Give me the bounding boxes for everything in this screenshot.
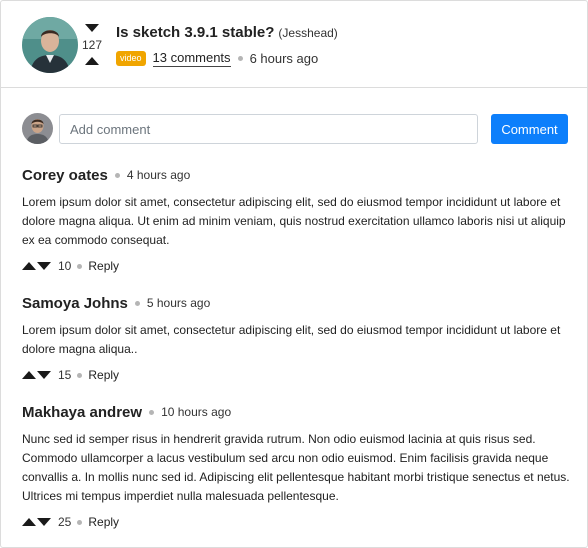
comment-header: Corey oates 4 hours ago xyxy=(22,165,572,185)
upvote-icon[interactable] xyxy=(85,57,99,65)
comment-actions: 15 Reply xyxy=(22,367,119,383)
comment-body: Nunc sed id semper risus in hendrerit gr… xyxy=(22,432,570,503)
comment-score: 25 xyxy=(58,515,72,529)
current-user-avatar xyxy=(22,113,53,144)
reply-link[interactable]: Reply xyxy=(88,368,119,382)
post-time: 6 hours ago xyxy=(249,50,319,66)
comment-time: 5 hours ago xyxy=(146,296,211,310)
author-avatar[interactable] xyxy=(22,17,78,73)
separator-dot xyxy=(77,263,83,269)
separator-dot xyxy=(77,519,83,525)
comment-header: Samoya Johns 5 hours ago xyxy=(22,293,572,313)
comment-actions: 10 Reply xyxy=(22,258,119,274)
post-author[interactable]: (Jesshead) xyxy=(278,26,337,40)
comment-body: Lorem ipsum dolor sit amet, consectetur … xyxy=(22,323,561,356)
post-vote-control: 127 xyxy=(81,21,103,67)
comment-item: Corey oates 4 hours ago Lorem ipsum dolo… xyxy=(22,165,572,250)
comment-score: 10 xyxy=(58,259,72,273)
comment-body: Lorem ipsum dolor sit amet, consectetur … xyxy=(22,195,566,247)
downvote-icon[interactable] xyxy=(37,262,51,270)
post-title[interactable]: Is sketch 3.9.1 stable? (Jesshead) xyxy=(116,24,338,41)
separator-dot xyxy=(237,55,243,61)
downvote-icon[interactable] xyxy=(37,518,51,526)
add-comment-input[interactable] xyxy=(59,114,478,144)
comment-score: 15 xyxy=(58,368,72,382)
separator-dot xyxy=(77,372,83,378)
separator-dot xyxy=(134,300,140,306)
post-header: 127 Is sketch 3.9.1 stable? (Jesshead) vi… xyxy=(1,1,587,88)
separator-dot xyxy=(149,409,155,415)
post-meta: video 13 comments 6 hours ago xyxy=(116,49,318,67)
separator-dot xyxy=(114,172,120,178)
post-score: 127 xyxy=(81,38,103,52)
reply-link[interactable]: Reply xyxy=(88,515,119,529)
upvote-icon[interactable] xyxy=(22,262,36,270)
comment-actions: 25 Reply xyxy=(22,514,119,530)
comment-time: 4 hours ago xyxy=(126,168,191,182)
video-tag: video xyxy=(116,50,146,66)
comment-header: Makhaya andrew 10 hours ago xyxy=(22,402,572,422)
comments-count-link[interactable]: 13 comments xyxy=(152,50,231,67)
comments-card: 127 Is sketch 3.9.1 stable? (Jesshead) vi… xyxy=(0,0,588,548)
comment-item: Samoya Johns 5 hours ago Lorem ipsum dol… xyxy=(22,293,572,359)
submit-comment-button[interactable]: Comment xyxy=(491,114,568,144)
comment-author[interactable]: Samoya Johns xyxy=(22,295,128,312)
post-title-text[interactable]: Is sketch 3.9.1 stable? xyxy=(116,24,274,41)
reply-link[interactable]: Reply xyxy=(88,259,119,273)
comment-author[interactable]: Makhaya andrew xyxy=(22,404,142,421)
comment-author[interactable]: Corey oates xyxy=(22,167,108,184)
comment-item: Makhaya andrew 10 hours ago Nunc sed id … xyxy=(22,402,572,506)
downvote-icon[interactable] xyxy=(37,371,51,379)
comment-time: 10 hours ago xyxy=(161,405,232,419)
upvote-icon[interactable] xyxy=(22,371,36,379)
downvote-icon[interactable] xyxy=(85,24,99,32)
upvote-icon[interactable] xyxy=(22,518,36,526)
